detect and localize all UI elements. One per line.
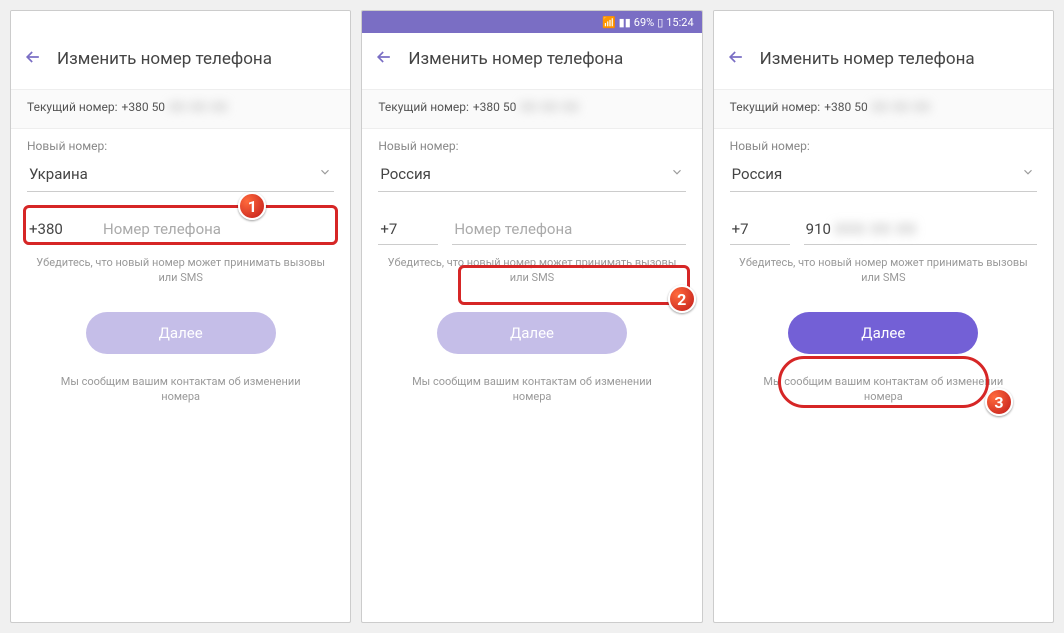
wifi-icon: 📶 xyxy=(602,16,616,29)
new-number-label: Новый номер: xyxy=(730,139,1037,153)
country-value: Россия xyxy=(732,165,783,183)
phone-number-field[interactable]: Номер телефона xyxy=(101,214,334,245)
new-number-label: Новый номер: xyxy=(378,139,685,153)
country-select[interactable]: Россия xyxy=(730,159,1037,192)
current-number-label: Текущий номер: xyxy=(730,100,821,114)
country-code-field[interactable]: +7 xyxy=(730,214,790,245)
back-icon[interactable] xyxy=(374,47,394,71)
phone-number-field[interactable]: Номер телефона xyxy=(452,214,685,245)
new-number-label: Новый номер: xyxy=(27,139,334,153)
battery-text: 69% xyxy=(634,16,654,29)
current-number-masked: XX XX XX xyxy=(169,100,228,114)
next-button[interactable]: Далее xyxy=(788,312,978,354)
current-number-value: +380 50 xyxy=(824,100,868,114)
phone-hint: Убедитесь, что новый номер может принима… xyxy=(27,255,334,286)
next-button[interactable]: Далее xyxy=(86,312,276,354)
new-number-section: Новый номер: Россия +7 Номер телефона Уб… xyxy=(362,129,701,419)
new-number-section: Новый номер: Россия +7 910 XXX XX XX Убе… xyxy=(714,129,1053,419)
page-title: Изменить номер телефона xyxy=(760,49,975,69)
battery-icon: ▯ xyxy=(657,16,663,29)
country-value: Россия xyxy=(380,165,431,183)
annotation-badge-3: 3 xyxy=(985,388,1013,416)
current-number-section: Текущий номер: +380 50 XX XX XX xyxy=(714,90,1053,129)
header: Изменить номер телефона xyxy=(362,33,701,90)
panel-1: Изменить номер телефона Текущий номер: +… xyxy=(10,10,351,623)
country-code-field[interactable]: +380 xyxy=(27,214,87,245)
status-bar: 📶 ▮▮ 69% ▯ 15:24 xyxy=(362,11,701,33)
header: Изменить номер телефона xyxy=(11,33,350,90)
back-icon[interactable] xyxy=(23,47,43,71)
phone-hint: Убедитесь, что новый номер может принима… xyxy=(378,255,685,286)
chevron-down-icon xyxy=(670,165,684,183)
contacts-note: Мы сообщим вашим контактам об изменении … xyxy=(378,374,685,405)
back-icon[interactable] xyxy=(726,47,746,71)
chevron-down-icon xyxy=(318,165,332,183)
current-number-value: +380 50 xyxy=(122,100,166,114)
country-select[interactable]: Россия xyxy=(378,159,685,192)
current-number-section: Текущий номер: +380 50 XX XX XX xyxy=(362,90,701,129)
signal-icon: ▮▮ xyxy=(619,16,631,29)
chevron-down-icon xyxy=(1021,165,1035,183)
annotation-badge-2: 2 xyxy=(668,285,696,313)
current-number-label: Текущий номер: xyxy=(27,100,118,114)
page-title: Изменить номер телефона xyxy=(408,49,623,69)
contacts-note: Мы сообщим вашим контактам об изменении … xyxy=(27,374,334,405)
clock-text: 15:24 xyxy=(666,16,693,29)
new-number-section: Новый номер: Украина +380 Номер телефона… xyxy=(11,129,350,419)
phone-number-prefix: 910 xyxy=(806,220,831,238)
phone-hint: Убедитесь, что новый номер может принима… xyxy=(730,255,1037,286)
page-title: Изменить номер телефона xyxy=(57,49,272,69)
phone-number-field[interactable]: 910 XXX XX XX xyxy=(804,214,1037,245)
country-value: Украина xyxy=(29,165,88,183)
country-select[interactable]: Украина xyxy=(27,159,334,192)
current-number-value: +380 50 xyxy=(473,100,517,114)
panel-2: 📶 ▮▮ 69% ▯ 15:24 Изменить номер телефона… xyxy=(361,10,702,623)
header: Изменить номер телефона xyxy=(714,33,1053,90)
current-number-masked: XX XX XX xyxy=(872,100,931,114)
country-code-field[interactable]: +7 xyxy=(378,214,438,245)
next-button[interactable]: Далее xyxy=(437,312,627,354)
panel-3: Изменить номер телефона Текущий номер: +… xyxy=(713,10,1054,623)
current-number-masked: XX XX XX xyxy=(520,100,579,114)
phone-number-masked: XXX XX XX xyxy=(835,220,917,238)
status-bar xyxy=(11,11,350,33)
current-number-section: Текущий номер: +380 50 XX XX XX xyxy=(11,90,350,129)
current-number-label: Текущий номер: xyxy=(378,100,469,114)
status-bar xyxy=(714,11,1053,33)
